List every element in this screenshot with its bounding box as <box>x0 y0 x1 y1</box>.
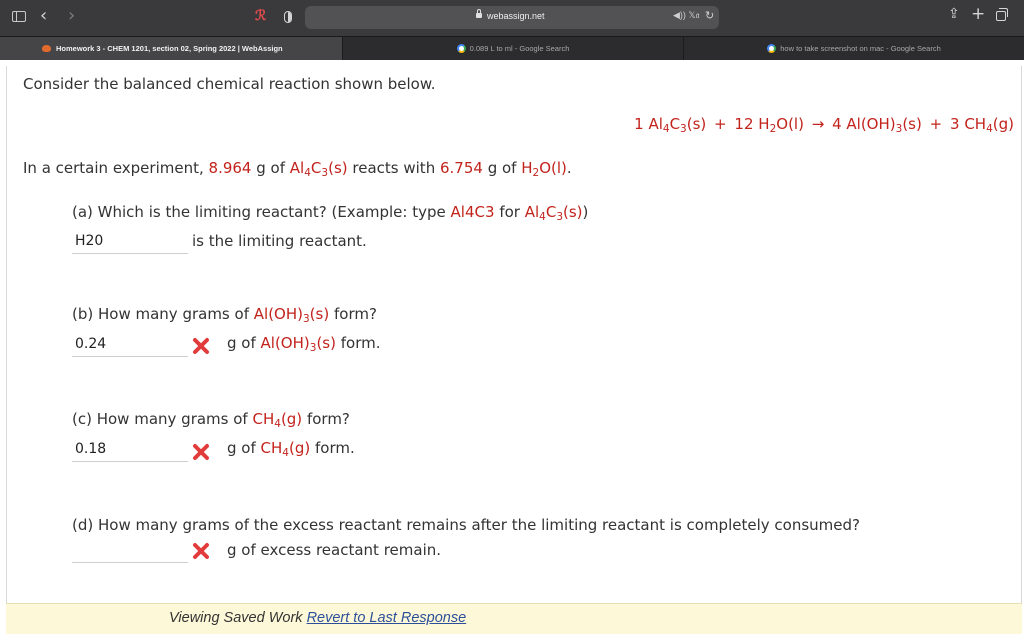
tab-label: 0.089 L to ml - Google Search <box>469 44 570 53</box>
balanced-equation: 1 Al4C3(s) + 12 H2O(l) → 4 Al(OH)3(s) + … <box>634 115 1014 136</box>
question-a: (a) Which is the limiting reactant? (Exa… <box>72 203 589 224</box>
share-icon[interactable]: ⇪ <box>948 6 960 22</box>
answer-d-input[interactable] <box>72 537 188 563</box>
tab-label: how to take screenshot on mac - Google S… <box>780 44 941 53</box>
tab-overview-icon[interactable] <box>996 8 1008 21</box>
mass-2: 6.754 <box>439 159 483 177</box>
audio-translate-icon[interactable]: ◀︎)) 𝕏𝔞 <box>673 10 700 21</box>
reload-icon[interactable]: ↻ <box>705 9 714 22</box>
experiment-statement: In a certain experiment, 8.964 g of Al4C… <box>23 159 572 180</box>
tab-google-search-1[interactable]: 0.089 L to ml - Google Search <box>342 37 683 61</box>
answer-a-input[interactable] <box>72 228 188 254</box>
incorrect-x-icon <box>193 338 209 354</box>
incorrect-x-icon <box>193 543 209 559</box>
question-d: (d) How many grams of the excess reactan… <box>72 516 860 534</box>
google-favicon-icon <box>767 44 777 53</box>
page-content: Consider the balanced chemical reaction … <box>0 60 1024 640</box>
question-b: (b) How many grams of Al(OH)3(s) form? <box>72 305 377 326</box>
question-intro: Consider the balanced chemical reaction … <box>23 75 436 93</box>
extension-icon[interactable]: ℛ <box>255 8 266 24</box>
address-bar[interactable]: webassign.net ◀︎)) 𝕏𝔞 ↻ <box>305 6 719 29</box>
google-favicon-icon <box>456 44 466 53</box>
webassign-favicon-icon <box>42 45 51 52</box>
question-c: (c) How many grams of CH4(g) form? <box>72 410 350 431</box>
tab-bar: Homework 3 - CHEM 1201, section 02, Spri… <box>0 36 1024 61</box>
forward-arrow-icon[interactable]: › <box>68 6 75 26</box>
browser-toolbar: ‹ › ℛ webassign.net ◀︎)) 𝕏𝔞 ↻ ⇪ + <box>0 0 1024 36</box>
privacy-extension-icon[interactable] <box>284 11 292 23</box>
answer-d-suffix: g of excess reactant remain. <box>227 541 442 559</box>
answer-b-suffix: g of Al(OH)3(s) form. <box>227 334 381 355</box>
back-arrow-icon[interactable]: ‹ <box>40 6 47 26</box>
tab-google-search-2[interactable]: how to take screenshot on mac - Google S… <box>683 37 1024 61</box>
reactant-1-formula: Al4C3(s) <box>289 159 348 180</box>
lock-icon <box>476 9 482 18</box>
url-text[interactable]: webassign.net <box>487 11 545 21</box>
tab-homework[interactable]: Homework 3 - CHEM 1201, section 02, Spri… <box>0 37 342 61</box>
saved-work-banner: Viewing Saved Work Revert to Last Respon… <box>6 603 1022 634</box>
answer-c-suffix: g of CH4(g) form. <box>227 439 355 460</box>
mass-1: 8.964 <box>208 159 252 177</box>
revert-link[interactable]: Revert to Last Response <box>307 610 467 626</box>
incorrect-x-icon <box>193 444 209 460</box>
answer-a-suffix: is the limiting reactant. <box>192 232 367 250</box>
reactant-2-formula: H2O(l) <box>521 159 567 180</box>
answer-c-input[interactable] <box>72 436 188 462</box>
sidebar-toggle-icon[interactable] <box>12 11 26 22</box>
new-tab-icon[interactable]: + <box>971 4 985 24</box>
tab-label: Homework 3 - CHEM 1201, section 02, Spri… <box>56 44 283 53</box>
answer-b-input[interactable] <box>72 331 188 357</box>
saved-work-text: Viewing Saved Work Revert to Last Respon… <box>169 610 467 626</box>
